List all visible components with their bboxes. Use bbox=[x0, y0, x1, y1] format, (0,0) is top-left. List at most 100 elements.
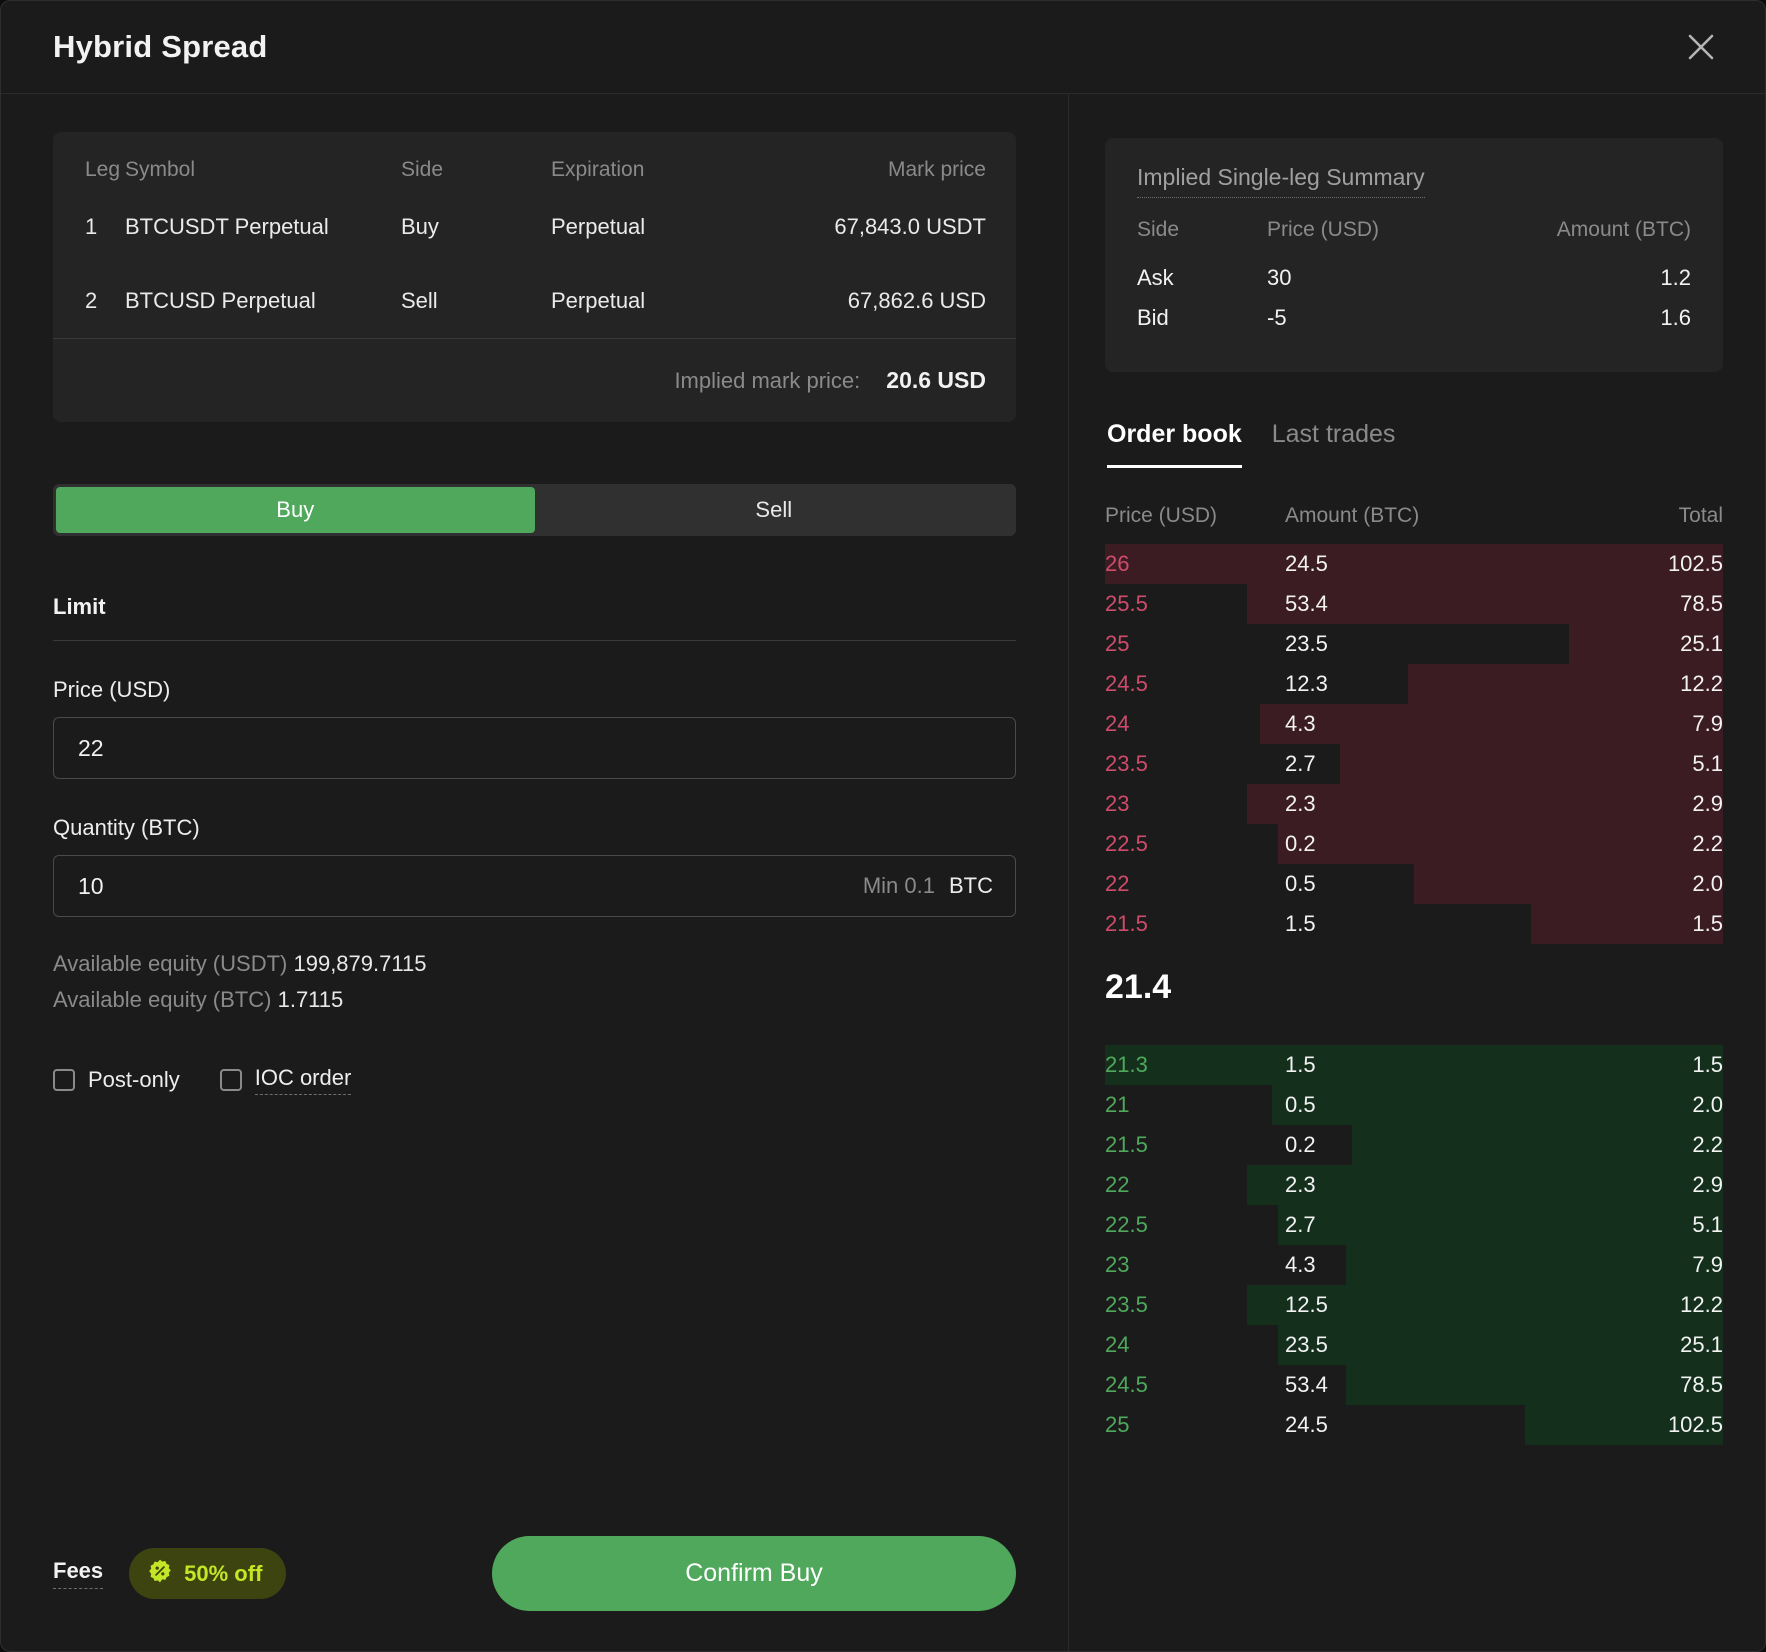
orderbook-amount: 0.5 bbox=[1285, 1092, 1573, 1118]
orderbook-row[interactable]: 21.50.22.2 bbox=[1105, 1125, 1723, 1165]
legs-header-row: Leg Symbol Side Expiration Mark price bbox=[53, 132, 1016, 192]
orderbook-price: 24.5 bbox=[1105, 671, 1285, 697]
summary-col-price: Price (USD) bbox=[1267, 218, 1497, 258]
orderbook-row[interactable]: 24.512.312.2 bbox=[1105, 664, 1723, 704]
price-input-value: 22 bbox=[78, 735, 993, 762]
fees-badge-text: 50% off bbox=[184, 1561, 262, 1587]
legs-table: Leg Symbol Side Expiration Mark price 1 … bbox=[53, 132, 1016, 422]
tab-last-trades[interactable]: Last trades bbox=[1272, 420, 1396, 468]
orderbook-row[interactable]: 234.37.9 bbox=[1105, 1245, 1723, 1285]
available-equity-usdt-label: Available equity (USDT) bbox=[53, 951, 287, 976]
implied-single-leg-summary: Implied Single-leg Summary Side Price (U… bbox=[1105, 138, 1723, 372]
post-only-checkbox[interactable]: Post-only bbox=[53, 1067, 180, 1093]
available-equity-btc-value: 1.7115 bbox=[278, 987, 344, 1012]
orderbook-price: 25 bbox=[1105, 631, 1285, 657]
orderbook-asks: 2624.5102.525.553.478.52523.525.124.512.… bbox=[1105, 544, 1723, 944]
orderbook-row[interactable]: 25.553.478.5 bbox=[1105, 584, 1723, 624]
orderbook-price: 22 bbox=[1105, 1172, 1285, 1198]
legs-col-symbol: Symbol bbox=[125, 132, 401, 192]
orderbook-price: 22.5 bbox=[1105, 1212, 1285, 1238]
orderbook-total: 78.5 bbox=[1573, 591, 1723, 617]
orderbook-total: 2.0 bbox=[1573, 1092, 1723, 1118]
orderbook-amount: 4.3 bbox=[1285, 711, 1573, 737]
orderbook-total: 5.1 bbox=[1573, 1212, 1723, 1238]
table-row: Bid -5 1.6 bbox=[1137, 298, 1691, 338]
ioc-order-checkbox[interactable]: IOC order bbox=[220, 1065, 352, 1095]
orderbook-price: 23 bbox=[1105, 1252, 1285, 1278]
close-icon bbox=[1686, 32, 1716, 62]
orderbook-amount: 2.3 bbox=[1285, 1172, 1573, 1198]
leg-number: 1 bbox=[53, 192, 125, 264]
orderbook-row[interactable]: 23.512.512.2 bbox=[1105, 1285, 1723, 1325]
orderbook-price: 24 bbox=[1105, 1332, 1285, 1358]
legs-col-expiration: Expiration bbox=[551, 132, 801, 192]
orderbook-price: 25.5 bbox=[1105, 591, 1285, 617]
percent-burst-icon bbox=[147, 1558, 173, 1589]
orderbook-price: 21.3 bbox=[1105, 1052, 1285, 1078]
orderbook-amount: 1.5 bbox=[1285, 911, 1573, 937]
orderbook-row[interactable]: 23.52.75.1 bbox=[1105, 744, 1723, 784]
orderbook-price: 23 bbox=[1105, 791, 1285, 817]
dialog-footer: Fees 50% off Confirm Buy bbox=[53, 1536, 1016, 1611]
orderbook-total: 2.9 bbox=[1573, 791, 1723, 817]
orderbook-amount: 12.5 bbox=[1285, 1292, 1573, 1318]
market-tabs: Order book Last trades bbox=[1105, 420, 1723, 468]
orderbook-price: 21 bbox=[1105, 1092, 1285, 1118]
orderbook-row[interactable]: 22.52.75.1 bbox=[1105, 1205, 1723, 1245]
orderbook-amount: 23.5 bbox=[1285, 631, 1573, 657]
orderbook-row[interactable]: 210.52.0 bbox=[1105, 1085, 1723, 1125]
orderbook-row[interactable]: 24.553.478.5 bbox=[1105, 1365, 1723, 1405]
sell-tab-button[interactable]: Sell bbox=[535, 487, 1014, 533]
summary-amount: 1.6 bbox=[1497, 298, 1691, 338]
orderbook-row[interactable]: 22.50.22.2 bbox=[1105, 824, 1723, 864]
orderbook-row[interactable]: 21.31.51.5 bbox=[1105, 1045, 1723, 1085]
orderbook-total: 2.2 bbox=[1573, 1132, 1723, 1158]
buy-tab-button[interactable]: Buy bbox=[56, 487, 535, 533]
confirm-buy-button[interactable]: Confirm Buy bbox=[492, 1536, 1016, 1611]
orderbook-amount: 1.5 bbox=[1285, 1052, 1573, 1078]
orderbook-price: 21.5 bbox=[1105, 911, 1285, 937]
orderbook-header: Price (USD) Amount (BTC) Total bbox=[1105, 504, 1723, 528]
quantity-input-value: 10 bbox=[78, 873, 863, 900]
side-toggle: Buy Sell bbox=[53, 484, 1016, 536]
orderbook-row[interactable]: 232.32.9 bbox=[1105, 784, 1723, 824]
orderbook-row[interactable]: 244.37.9 bbox=[1105, 704, 1723, 744]
orderbook-amount: 0.5 bbox=[1285, 871, 1573, 897]
leg-symbol: BTCUSDT Perpetual bbox=[125, 192, 401, 264]
close-button[interactable] bbox=[1675, 21, 1727, 73]
quantity-input[interactable]: 10 Min 0.1 BTC bbox=[53, 855, 1016, 917]
orderbook-amount: 0.2 bbox=[1285, 831, 1573, 857]
orderbook-row[interactable]: 21.51.51.5 bbox=[1105, 904, 1723, 944]
orderbook-total: 7.9 bbox=[1573, 711, 1723, 737]
orderbook-col-price: Price (USD) bbox=[1105, 504, 1285, 528]
tab-order-book[interactable]: Order book bbox=[1107, 420, 1242, 468]
hybrid-spread-dialog: Hybrid Spread Leg Symbol Side bbox=[0, 0, 1766, 1652]
order-options: Post-only IOC order bbox=[53, 1065, 1016, 1095]
leg-expiration: Perpetual bbox=[551, 264, 801, 338]
implied-mark-price-label: Implied mark price: bbox=[674, 368, 860, 394]
fees-label[interactable]: Fees bbox=[53, 1558, 103, 1589]
orderbook-amount: 24.5 bbox=[1285, 551, 1573, 577]
orderbook-bids: 21.31.51.5210.52.021.50.22.2222.32.922.5… bbox=[1105, 1045, 1723, 1445]
orderbook-row[interactable]: 2624.5102.5 bbox=[1105, 544, 1723, 584]
order-type-label[interactable]: Limit bbox=[53, 594, 106, 619]
orderbook-amount: 2.7 bbox=[1285, 1212, 1573, 1238]
orderbook-total: 12.2 bbox=[1573, 671, 1723, 697]
legs-col-side: Side bbox=[401, 132, 551, 192]
orderbook-row[interactable]: 222.32.9 bbox=[1105, 1165, 1723, 1205]
orderbook-amount: 53.4 bbox=[1285, 1372, 1573, 1398]
orderbook-row[interactable]: 2523.525.1 bbox=[1105, 624, 1723, 664]
orderbook-total: 2.9 bbox=[1573, 1172, 1723, 1198]
summary-header-row: Side Price (USD) Amount (BTC) bbox=[1137, 218, 1691, 258]
orderbook-mid-price: 21.4 bbox=[1105, 944, 1723, 1029]
summary-col-amount: Amount (BTC) bbox=[1497, 218, 1691, 258]
orderbook-row[interactable]: 220.52.0 bbox=[1105, 864, 1723, 904]
orderbook-amount: 23.5 bbox=[1285, 1332, 1573, 1358]
orderbook-row[interactable]: 2524.5102.5 bbox=[1105, 1405, 1723, 1445]
quantity-label: Quantity (BTC) bbox=[53, 815, 1016, 841]
quantity-unit: BTC bbox=[949, 873, 993, 899]
orderbook-price: 23.5 bbox=[1105, 751, 1285, 777]
implied-mark-price-row: Implied mark price: 20.6 USD bbox=[53, 338, 1016, 422]
price-input[interactable]: 22 bbox=[53, 717, 1016, 779]
orderbook-row[interactable]: 2423.525.1 bbox=[1105, 1325, 1723, 1365]
